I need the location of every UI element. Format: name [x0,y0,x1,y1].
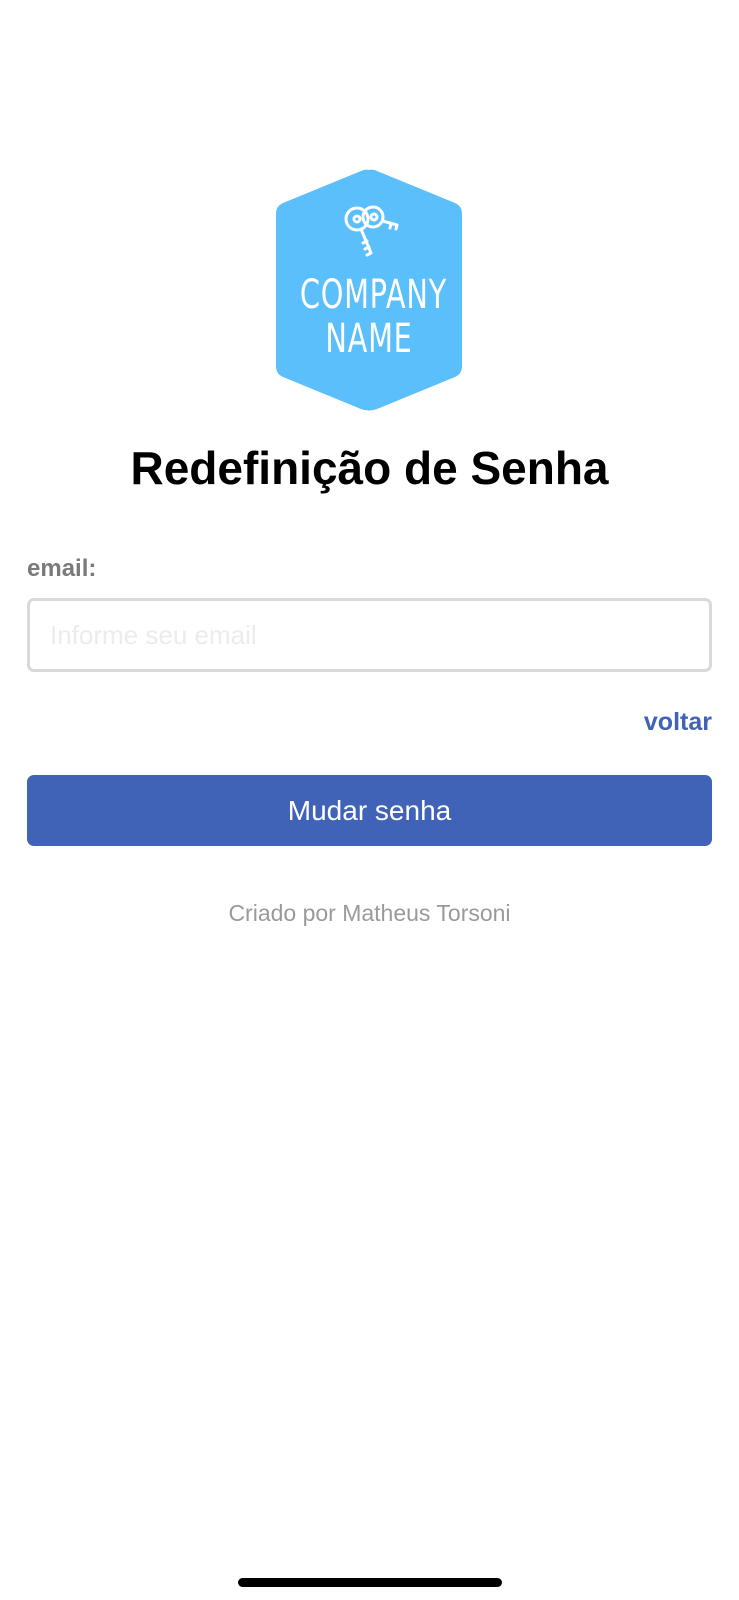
logo-text-company: COMPANY [299,272,447,318]
back-link[interactable]: voltar [644,708,712,737]
credit-text: Criado por Matheus Torsoni [228,900,511,926]
home-indicator[interactable] [238,1578,502,1587]
page-title: Redefinição de Senha [130,442,609,494]
company-logo: COMPANY NAME [273,167,465,413]
password-reset-screen: COMPANY NAME Redefinição de Senha email:… [0,0,739,1600]
change-password-button[interactable]: Mudar senha [27,775,712,846]
logo-text-name: NAME [325,316,413,362]
email-input[interactable] [27,598,712,672]
email-label: email: [27,555,97,582]
